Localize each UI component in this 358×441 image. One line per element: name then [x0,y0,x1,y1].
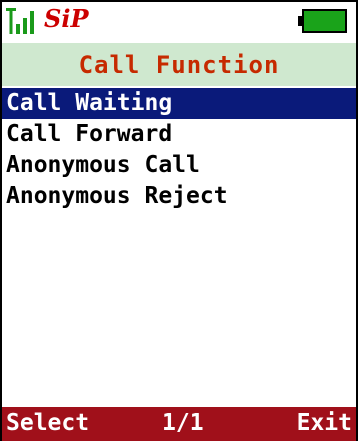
page-indicator: 1/1 [162,410,204,436]
title-bar: Call Function [2,43,356,86]
call-function-menu: Call Waiting Call Forward Anonymous Call… [2,88,356,212]
menu-item-anonymous-reject[interactable]: Anonymous Reject [2,181,356,212]
phone-screen: SiP Call Function Call Waiting Call Forw… [0,0,358,441]
menu-item-call-forward[interactable]: Call Forward [2,119,356,150]
signal-strength-icon [6,8,34,34]
menu-item-anonymous-call[interactable]: Anonymous Call [2,150,356,181]
page-title: Call Function [78,50,280,79]
select-softkey[interactable]: Select [6,410,89,436]
battery-icon [298,9,347,33]
exit-softkey[interactable]: Exit [297,410,352,436]
menu-item-call-waiting[interactable]: Call Waiting [2,88,356,119]
softkey-bar: Select 1/1 Exit [2,407,356,441]
status-bar: SiP [2,2,356,40]
sip-icon: SiP [44,4,89,33]
